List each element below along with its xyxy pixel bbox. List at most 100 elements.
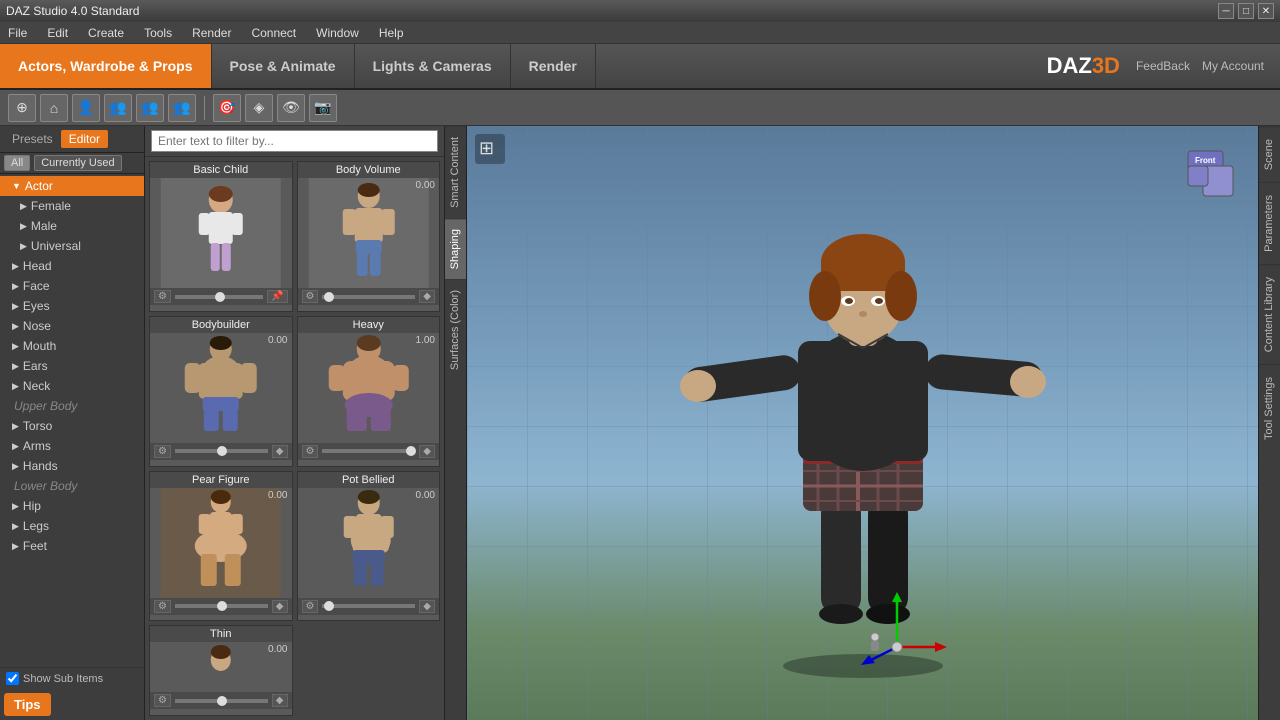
toolbar-btn-8[interactable]: ◈ [245,94,273,122]
panel-tool-settings[interactable]: Tool Settings [1259,364,1280,452]
toolbar-btn-9[interactable]: 👁 [277,94,305,122]
tree-item-neck[interactable]: ▶ Neck [0,376,144,396]
tree-item-nose[interactable]: ▶ Nose [0,316,144,336]
menu-connect[interactable]: Connect [247,24,300,42]
tab-smart-content[interactable]: Smart Content [445,126,466,218]
show-sub-items-checkbox[interactable] [6,672,19,685]
tree-item-male[interactable]: ▶ Male [0,216,144,236]
card-pin-thin[interactable]: ◆ [272,694,288,707]
tree-item-hands[interactable]: ▶ Hands [0,456,144,476]
tab-editor[interactable]: Editor [61,130,108,148]
card-settings-pear[interactable]: ⚙ [154,600,171,613]
menu-file[interactable]: File [4,24,31,42]
filter-all[interactable]: All [4,155,30,171]
card-pin-bodybuilder[interactable]: ◆ [272,445,288,458]
card-pot-bellied[interactable]: Pot Bellied 0.00 [297,471,441,622]
tab-presets[interactable]: Presets [4,130,61,148]
tree-item-torso[interactable]: ▶ Torso [0,416,144,436]
tree-item-ears[interactable]: ▶ Ears [0,356,144,376]
tree-item-feet[interactable]: ▶ Feet [0,536,144,556]
card-slider-pot[interactable] [322,604,415,608]
card-slider-bodybuilder[interactable] [175,449,268,453]
toolbar-btn-3[interactable]: 👤 [72,94,100,122]
svg-text:Front: Front [1195,156,1216,165]
card-pin-basic-child[interactable]: 📌 [267,290,287,303]
feedback-link[interactable]: FeedBack [1136,59,1190,73]
card-settings-heavy[interactable]: ⚙ [302,445,319,458]
card-settings-body-volume[interactable]: ⚙ [302,290,319,303]
card-img-body-volume [298,178,440,288]
tab-lights[interactable]: Lights & Cameras [355,44,511,88]
card-settings-basic-child[interactable]: ⚙ [154,290,171,303]
toolbar-btn-5[interactable]: 👥 [136,94,164,122]
tree-item-arms[interactable]: ▶ Arms [0,436,144,456]
card-pear-figure[interactable]: Pear Figure 0.00 [149,471,293,622]
menu-create[interactable]: Create [84,24,128,42]
card-img-heavy [298,333,440,443]
tips-button[interactable]: Tips [4,693,51,716]
titlebar: DAZ Studio 4.0 Standard ─ □ ✕ [0,0,1280,22]
card-bodybuilder[interactable]: Bodybuilder 0.00 [149,316,293,467]
tree-item-head[interactable]: ▶ Head [0,256,144,276]
toolbar-btn-4[interactable]: 👥 [104,94,132,122]
tab-pose[interactable]: Pose & Animate [212,44,355,88]
toolbar-btn-6[interactable]: 👥 [168,94,196,122]
tree-arrow-male: ▶ [20,221,27,232]
card-basic-child[interactable]: Basic Child [149,161,293,312]
nav-cube[interactable]: Front [1183,146,1238,201]
card-pin-body-volume[interactable]: ◆ [419,290,435,303]
tab-shaping[interactable]: Shaping [445,218,466,279]
menu-edit[interactable]: Edit [43,24,72,42]
filter-currently-used[interactable]: Currently Used [34,155,121,171]
card-value-heavy: 1.00 [416,335,435,346]
viewport[interactable]: Front [467,126,1258,720]
tree-item-legs[interactable]: ▶ Legs [0,516,144,536]
tab-render[interactable]: Render [511,44,596,88]
panel-parameters[interactable]: Parameters [1259,182,1280,264]
minimize-button[interactable]: ─ [1218,3,1234,19]
account-link[interactable]: My Account [1202,59,1264,73]
tree-item-universal[interactable]: ▶ Universal [0,236,144,256]
menu-render[interactable]: Render [188,24,235,42]
card-value-pear-figure: 0.00 [268,490,287,501]
toolbar-btn-1[interactable]: ⊕ [8,94,36,122]
card-pin-pot[interactable]: ◆ [419,600,435,613]
card-slider-body-volume[interactable] [322,295,415,299]
toolbar-btn-10[interactable]: 📷 [309,94,337,122]
card-settings-pot[interactable]: ⚙ [302,600,319,613]
card-pin-heavy[interactable]: ◆ [419,445,435,458]
card-label-thin: Thin [150,626,292,642]
tab-surfaces[interactable]: Surfaces (Color) [445,279,466,380]
transform-gizmo[interactable] [847,587,947,670]
card-thin[interactable]: Thin 0.00 ⚙ ◆ [149,625,293,716]
menu-window[interactable]: Window [312,24,363,42]
toolbar-btn-2[interactable]: ⌂ [40,94,68,122]
card-heavy[interactable]: Heavy 1.00 [297,316,441,467]
card-slider-thin[interactable] [175,699,268,703]
tree-item-hip[interactable]: ▶ Hip [0,496,144,516]
tree-item-face[interactable]: ▶ Face [0,276,144,296]
card-settings-thin[interactable]: ⚙ [154,694,171,707]
maximize-button[interactable]: □ [1238,3,1254,19]
menu-tools[interactable]: Tools [140,24,176,42]
tree-item-female[interactable]: ▶ Female [0,196,144,216]
card-slider-heavy[interactable] [322,449,415,453]
search-input[interactable] [151,130,438,152]
card-slider-pear[interactable] [175,604,268,608]
middle-panel: Basic Child [145,126,445,720]
panel-scene[interactable]: Scene [1259,126,1280,182]
tree-arrow-torso: ▶ [12,421,19,432]
panel-content-library[interactable]: Content Library [1259,264,1280,364]
tree-item-eyes[interactable]: ▶ Eyes [0,296,144,316]
tab-actors[interactable]: Actors, Wardrobe & Props [0,44,212,88]
card-pin-pear[interactable]: ◆ [272,600,288,613]
tree-item-actor[interactable]: ▼ Actor [0,176,144,196]
card-body-volume[interactable]: Body Volume 0.00 [297,161,441,312]
card-controls-pot-bellied: ⚙ ◆ [298,598,440,615]
toolbar-btn-7[interactable]: 🎯 [213,94,241,122]
menu-help[interactable]: Help [375,24,408,42]
card-settings-bodybuilder[interactable]: ⚙ [154,445,171,458]
tree-item-mouth[interactable]: ▶ Mouth [0,336,144,356]
card-slider-basic-child[interactable] [175,295,263,299]
close-button[interactable]: ✕ [1258,3,1274,19]
